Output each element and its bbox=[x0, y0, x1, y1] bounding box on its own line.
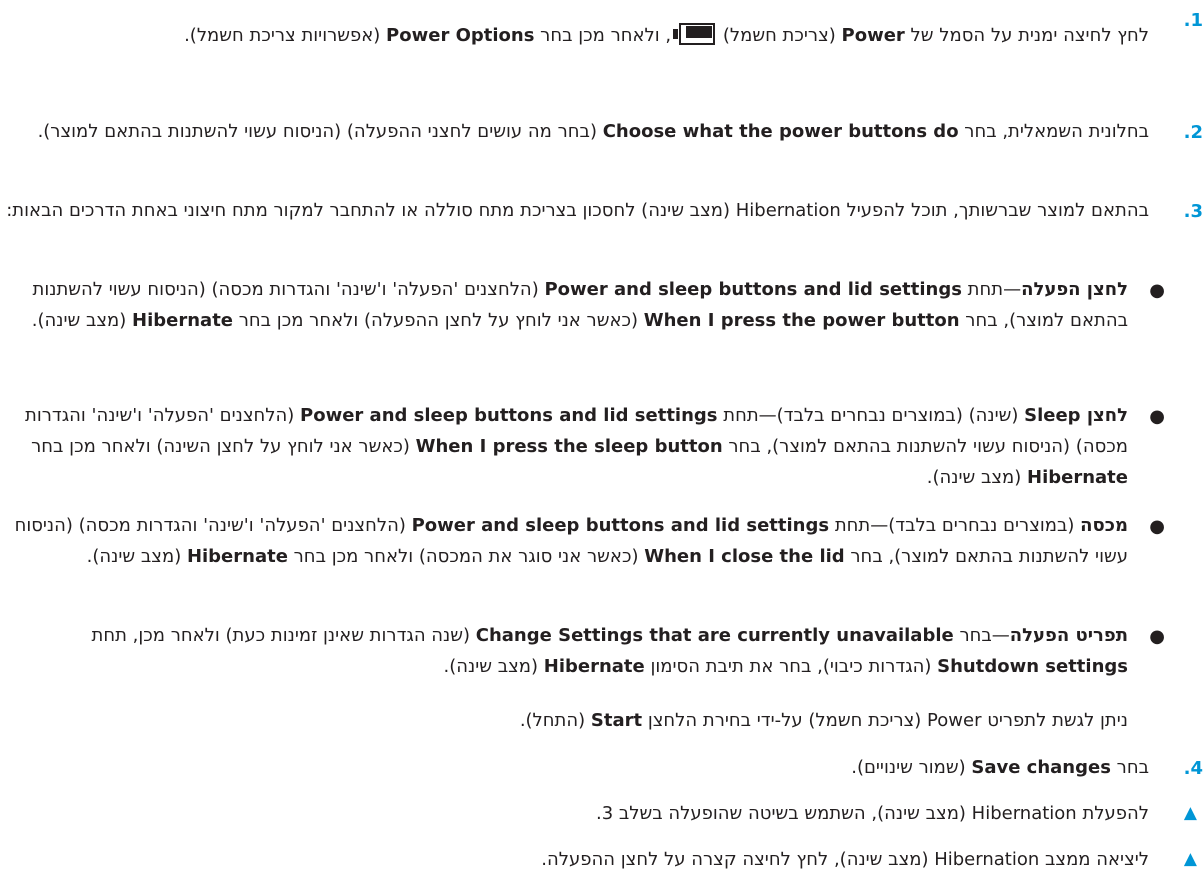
triangle-icon: ▲ bbox=[1183, 803, 1197, 823]
bullet-dot: ● bbox=[1149, 280, 1165, 301]
step-text: בחר Save changes (שמור שינויים). bbox=[851, 757, 1149, 778]
step-number: 1. bbox=[1183, 10, 1203, 31]
step-text: בחלונית השמאלית, בחר Choose what the pow… bbox=[37, 121, 1149, 142]
battery-icon bbox=[673, 23, 716, 45]
step-number: 4. bbox=[1183, 758, 1203, 779]
bullet-text: תפריט הפעלה—בחר Change Settings that are… bbox=[91, 625, 1128, 677]
bullet-text: לחצן הפעלה—תחת Power and sleep buttons a… bbox=[31, 279, 1128, 331]
bullet-dot: ● bbox=[1149, 626, 1165, 647]
tip-text: ליציאה ממצב Hibernation (מצב שינה), לחץ … bbox=[541, 849, 1149, 870]
step-text: לחץ לחיצה ימנית על הסמל של Power (צריכת … bbox=[184, 23, 1149, 46]
bullet-text: מכסה (במוצרים נבחרים בלבד)—תחת Power and… bbox=[14, 515, 1128, 567]
document-page: 1. לחץ לחיצה ימנית על הסמל של Power (צרי… bbox=[0, 0, 1203, 886]
step-text: בהתאם למוצר שברשותך, תוכל להפעיל Hiberna… bbox=[6, 200, 1149, 221]
triangle-icon: ▲ bbox=[1183, 849, 1197, 869]
step-number: 2. bbox=[1183, 122, 1203, 143]
tip-text: להפעלת Hibernation (מצב שינה), השתמש בשי… bbox=[595, 803, 1149, 824]
note-text: ניתן לגשת לתפריט Power (צריכת חשמל) על-י… bbox=[519, 710, 1128, 731]
bullet-dot: ● bbox=[1149, 406, 1165, 427]
step-number: 3. bbox=[1183, 201, 1203, 222]
bullet-dot: ● bbox=[1149, 516, 1165, 537]
bullet-text: לחצן Sleep (שינה) (במוצרים נבחרים בלבד)—… bbox=[24, 405, 1128, 488]
